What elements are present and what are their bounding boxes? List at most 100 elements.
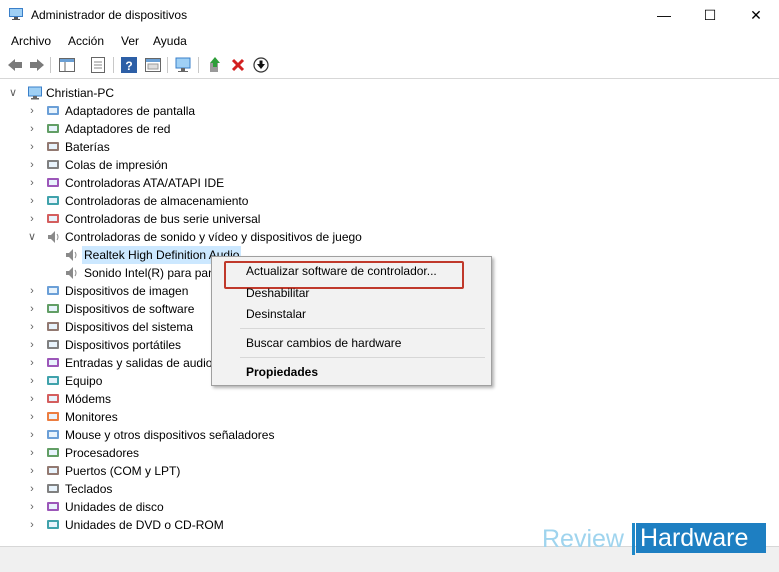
device-category-icon bbox=[47, 214, 59, 223]
show-hide-tree-button[interactable] bbox=[58, 56, 76, 74]
chevron-right-icon[interactable]: › bbox=[27, 426, 37, 444]
close-button[interactable]: ✕ bbox=[733, 0, 779, 30]
uninstall-button[interactable] bbox=[229, 56, 247, 74]
tree-category[interactable]: › Adaptadores de pantalla bbox=[0, 102, 560, 120]
chevron-right-icon[interactable]: › bbox=[27, 354, 37, 372]
device-category-icon bbox=[47, 106, 59, 115]
help-button[interactable]: ? bbox=[120, 56, 138, 74]
menu-uninstall[interactable]: Desinstalar bbox=[246, 307, 306, 321]
category-label: Puertos (COM y LPT) bbox=[65, 464, 181, 478]
category-label: Unidades de disco bbox=[65, 500, 164, 514]
chevron-right-icon[interactable]: › bbox=[27, 156, 37, 174]
menu-ayuda[interactable]: Ayuda bbox=[153, 34, 187, 48]
chevron-right-icon[interactable]: › bbox=[27, 408, 37, 426]
chevron-right-icon[interactable]: › bbox=[27, 174, 37, 192]
device-category-icon bbox=[47, 466, 59, 475]
chevron-right-icon[interactable]: › bbox=[27, 192, 37, 210]
category-label: Controladoras ATA/ATAPI IDE bbox=[65, 176, 225, 190]
tree-category[interactable]: › Colas de impresión bbox=[0, 156, 560, 174]
tree-category[interactable]: › Puertos (COM y LPT) bbox=[0, 462, 560, 480]
title-bar: Administrador de dispositivos — ☐ ✕ bbox=[0, 0, 779, 31]
chevron-right-icon[interactable]: › bbox=[27, 138, 37, 156]
category-label: Equipo bbox=[65, 374, 103, 388]
tree-category[interactable]: › Procesadores bbox=[0, 444, 560, 462]
category-label: Dispositivos de imagen bbox=[65, 284, 189, 298]
tree-category[interactable]: › Teclados bbox=[0, 480, 560, 498]
toolbar-separator bbox=[50, 57, 51, 73]
tree-category[interactable]: ∨ Controladoras de sonido y vídeo y dispo… bbox=[0, 228, 560, 246]
category-label: Módems bbox=[65, 392, 112, 406]
forward-button[interactable] bbox=[28, 56, 46, 74]
category-label: Dispositivos portátiles bbox=[65, 338, 182, 352]
toolbar-separator bbox=[167, 57, 168, 73]
tree-category[interactable]: › Adaptadores de red bbox=[0, 120, 560, 138]
scan-hardware-button[interactable] bbox=[175, 56, 193, 74]
tree-category[interactable]: › Unidades de disco bbox=[0, 498, 560, 516]
console-tree-icon bbox=[59, 58, 75, 72]
tree-category[interactable]: › Módems bbox=[0, 390, 560, 408]
device-category-icon bbox=[47, 520, 59, 529]
red-x-icon bbox=[231, 58, 245, 72]
tree-category[interactable]: › Unidades de DVD o CD-ROM bbox=[0, 516, 560, 534]
help-icon: ? bbox=[121, 57, 137, 73]
maximize-button[interactable]: ☐ bbox=[687, 0, 733, 30]
update-driver-button[interactable] bbox=[206, 56, 224, 74]
chevron-right-icon[interactable]: › bbox=[27, 462, 37, 480]
device-category-icon bbox=[47, 286, 59, 295]
menu-disable[interactable]: Deshabilitar bbox=[246, 286, 309, 300]
download-circle-icon bbox=[253, 57, 269, 73]
device-category-icon bbox=[47, 358, 59, 367]
chevron-down-icon[interactable]: ∨ bbox=[8, 84, 18, 102]
properties-button[interactable] bbox=[89, 56, 107, 74]
chevron-down-icon[interactable]: ∨ bbox=[27, 228, 37, 246]
menu-scan-hardware[interactable]: Buscar cambios de hardware bbox=[246, 336, 401, 350]
menu-separator bbox=[240, 328, 485, 329]
device-category-icon bbox=[47, 340, 59, 349]
category-label: Baterías bbox=[65, 140, 110, 154]
view-pane-icon bbox=[145, 58, 161, 72]
chevron-right-icon[interactable]: › bbox=[27, 444, 37, 462]
minimize-button[interactable]: — bbox=[641, 0, 687, 30]
device-category-icon bbox=[47, 412, 59, 421]
chevron-right-icon[interactable]: › bbox=[27, 336, 37, 354]
menu-properties[interactable]: Propiedades bbox=[246, 365, 318, 379]
chevron-right-icon[interactable]: › bbox=[27, 516, 37, 534]
menu-accion[interactable]: Acción bbox=[68, 34, 104, 48]
back-button[interactable] bbox=[6, 56, 24, 74]
chevron-right-icon[interactable]: › bbox=[27, 300, 37, 318]
category-label: Controladoras de almacenamiento bbox=[65, 194, 249, 208]
tree-category[interactable]: › Mouse y otros dispositivos señaladores bbox=[0, 426, 560, 444]
chevron-right-icon[interactable]: › bbox=[27, 210, 37, 228]
chevron-right-icon[interactable]: › bbox=[27, 390, 37, 408]
document-icon bbox=[91, 57, 105, 73]
view-button[interactable] bbox=[144, 56, 162, 74]
chevron-right-icon[interactable]: › bbox=[27, 498, 37, 516]
disable-button[interactable] bbox=[252, 56, 270, 74]
device-category-icon bbox=[47, 376, 59, 385]
menu-ver[interactable]: Ver bbox=[121, 34, 139, 48]
category-label: Controladoras de sonido y vídeo y dispos… bbox=[65, 230, 362, 244]
tree-category[interactable]: › Controladoras de almacenamiento bbox=[0, 192, 560, 210]
chevron-right-icon[interactable]: › bbox=[27, 372, 37, 390]
tree-category[interactable]: › Baterías bbox=[0, 138, 560, 156]
device-category-icon bbox=[47, 304, 59, 313]
category-label: Dispositivos del sistema bbox=[65, 320, 194, 334]
tree-category[interactable]: › Monitores bbox=[0, 408, 560, 426]
chevron-right-icon[interactable]: › bbox=[27, 120, 37, 138]
device-category-icon bbox=[47, 502, 59, 511]
tree-category[interactable]: › Controladoras ATA/ATAPI IDE bbox=[0, 174, 560, 192]
speaker-icon bbox=[66, 267, 77, 279]
chevron-right-icon[interactable]: › bbox=[27, 282, 37, 300]
tree-root[interactable]: ∨ Christian-PC bbox=[0, 84, 300, 102]
chevron-right-icon[interactable]: › bbox=[27, 318, 37, 336]
menu-archivo[interactable]: Archivo bbox=[11, 34, 51, 48]
category-label: Monitores bbox=[65, 410, 118, 424]
menu-update-driver[interactable]: Actualizar software de controlador... bbox=[246, 264, 437, 278]
chevron-right-icon[interactable]: › bbox=[27, 102, 37, 120]
monitor-scan-icon bbox=[175, 57, 191, 72]
chevron-right-icon[interactable]: › bbox=[27, 480, 37, 498]
forward-arrow-icon bbox=[30, 59, 44, 71]
tree-category[interactable]: › Controladoras de bus serie universal bbox=[0, 210, 560, 228]
category-label: Mouse y otros dispositivos señaladores bbox=[65, 428, 275, 442]
device-category-icon bbox=[47, 160, 59, 169]
